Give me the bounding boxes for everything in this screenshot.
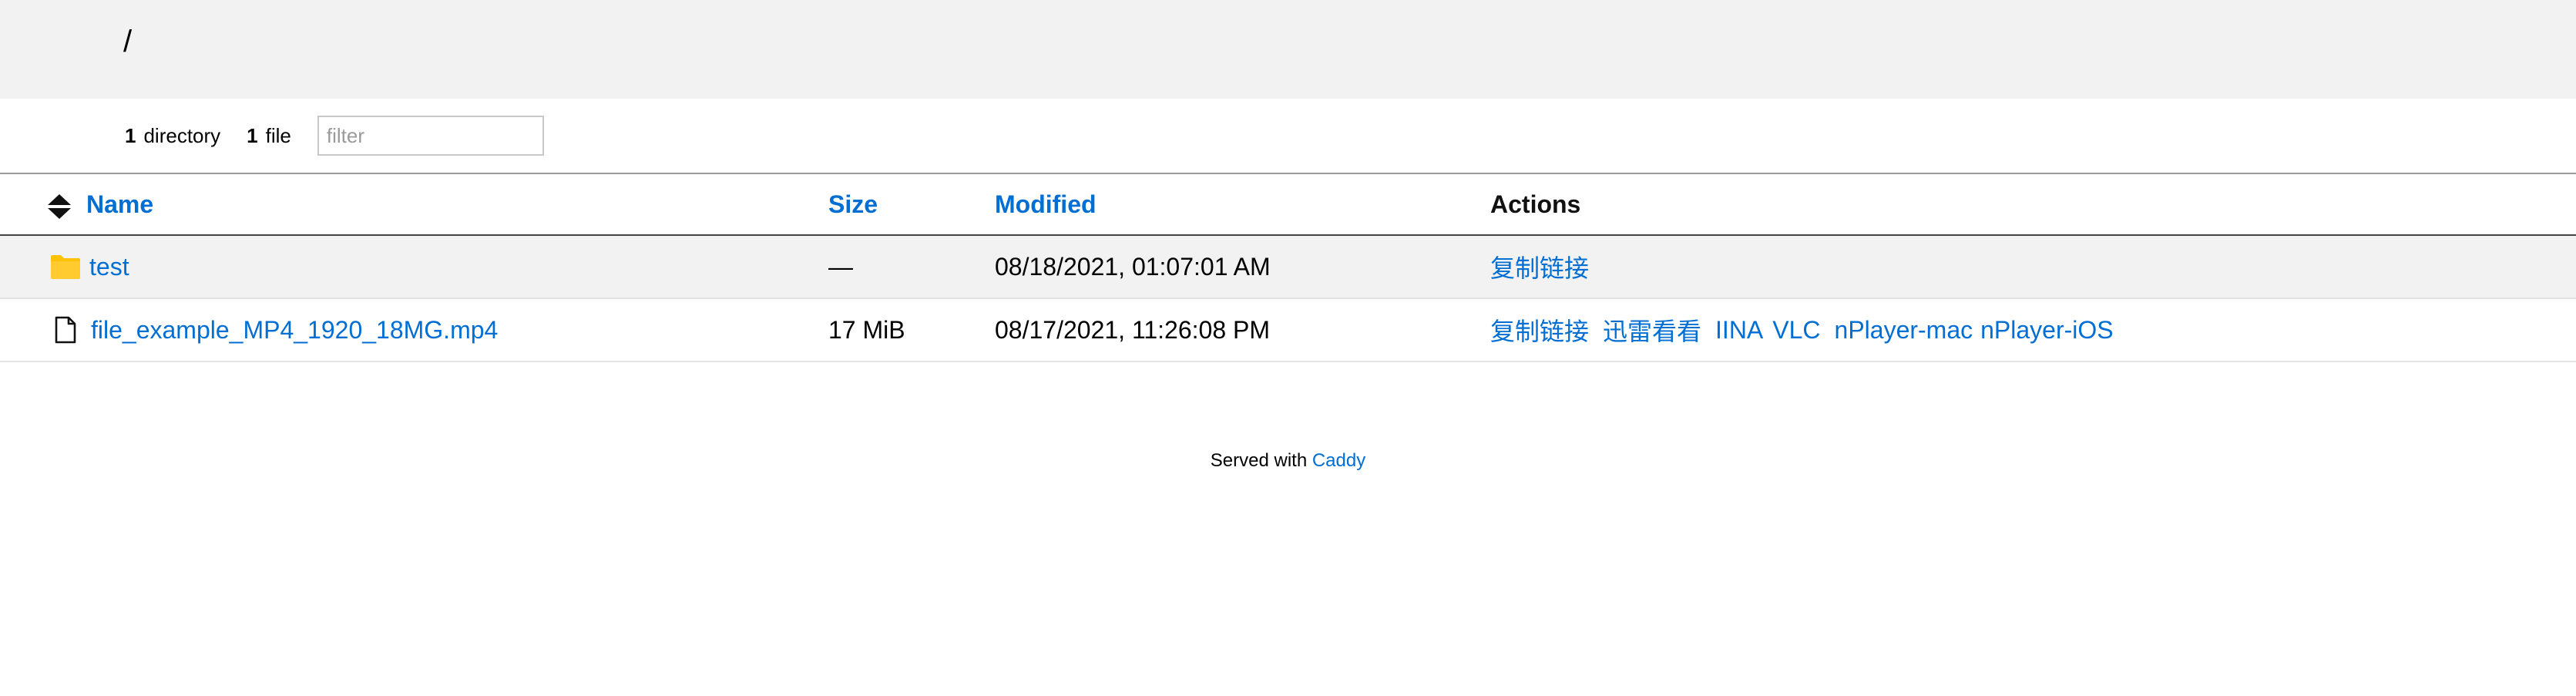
file-count: 1: [247, 123, 258, 147]
nplayer-mac-action[interactable]: nPlayer-mac: [1835, 316, 1973, 345]
listing-summary: 1 directory 1 file: [125, 114, 544, 157]
iina-play-action[interactable]: IINA: [1715, 316, 1763, 345]
directory-label: directory: [143, 123, 221, 147]
copy-link-action[interactable]: 复制链接: [1490, 312, 1589, 348]
name-cell[interactable]: file_example_MP4_1920_18MG.mp4: [91, 299, 498, 361]
modified-value: 08/18/2021, 01:07:01 AM: [995, 252, 1271, 281]
vlc-play-action[interactable]: VLC: [1772, 316, 1820, 345]
nplayer-ios-action[interactable]: nPlayer-iOS: [1980, 316, 2114, 345]
size-cell: —: [828, 236, 853, 298]
footer-text: Served with: [1210, 450, 1308, 471]
name-cell[interactable]: test: [89, 236, 129, 298]
filter-input[interactable]: [317, 116, 544, 156]
modified-cell: 08/17/2021, 11:26:08 PM: [995, 299, 1270, 361]
folder-link[interactable]: test: [89, 253, 129, 281]
sort-order-icon[interactable]: [46, 193, 72, 220]
sort-by-name-link[interactable]: Name: [86, 190, 153, 219]
sort-by-modified-link[interactable]: Modified: [995, 190, 1097, 219]
caddy-link[interactable]: Caddy: [1312, 450, 1365, 471]
breadcrumb[interactable]: /: [123, 23, 132, 60]
size-value: 17 MiB: [828, 315, 905, 344]
page-footer: Served with Caddy: [0, 450, 2576, 472]
sort-by-size-link[interactable]: Size: [828, 190, 878, 219]
table-row: file_example_MP4_1920_18MG.mp4 17 MiB 08…: [0, 299, 2576, 362]
folder-icon: [49, 236, 82, 298]
name-column-header[interactable]: Name: [86, 174, 153, 234]
file-label: file: [265, 123, 291, 147]
actions-cell: 复制链接: [1490, 236, 1603, 298]
file-link[interactable]: file_example_MP4_1920_18MG.mp4: [91, 316, 498, 345]
table-header-row: Name Size Modified Actions: [0, 173, 2576, 236]
actions-column-header: Actions: [1490, 174, 1580, 234]
size-cell: 17 MiB: [828, 299, 905, 361]
file-listing-table: Name Size Modified Actions test — 08/18/…: [0, 173, 2576, 362]
actions-header-label: Actions: [1490, 190, 1581, 218]
table-row: test — 08/18/2021, 01:07:01 AM 复制链接: [0, 236, 2576, 299]
page-header: /: [0, 0, 2576, 99]
directory-count: 1: [125, 123, 136, 147]
modified-cell: 08/18/2021, 01:07:01 AM: [995, 236, 1271, 298]
modified-value: 08/17/2021, 11:26:08 PM: [995, 315, 1271, 344]
xunlei-play-action[interactable]: 迅雷看看: [1603, 312, 1701, 348]
actions-cell: 复制链接 迅雷看看 IINA VLC nPlayer-mac nPlayer-i…: [1490, 299, 2128, 361]
size-column-header[interactable]: Size: [828, 174, 878, 234]
modified-column-header[interactable]: Modified: [995, 174, 1097, 234]
copy-link-action[interactable]: 复制链接: [1490, 249, 1589, 284]
size-value: —: [828, 252, 853, 281]
file-icon: [54, 299, 77, 361]
